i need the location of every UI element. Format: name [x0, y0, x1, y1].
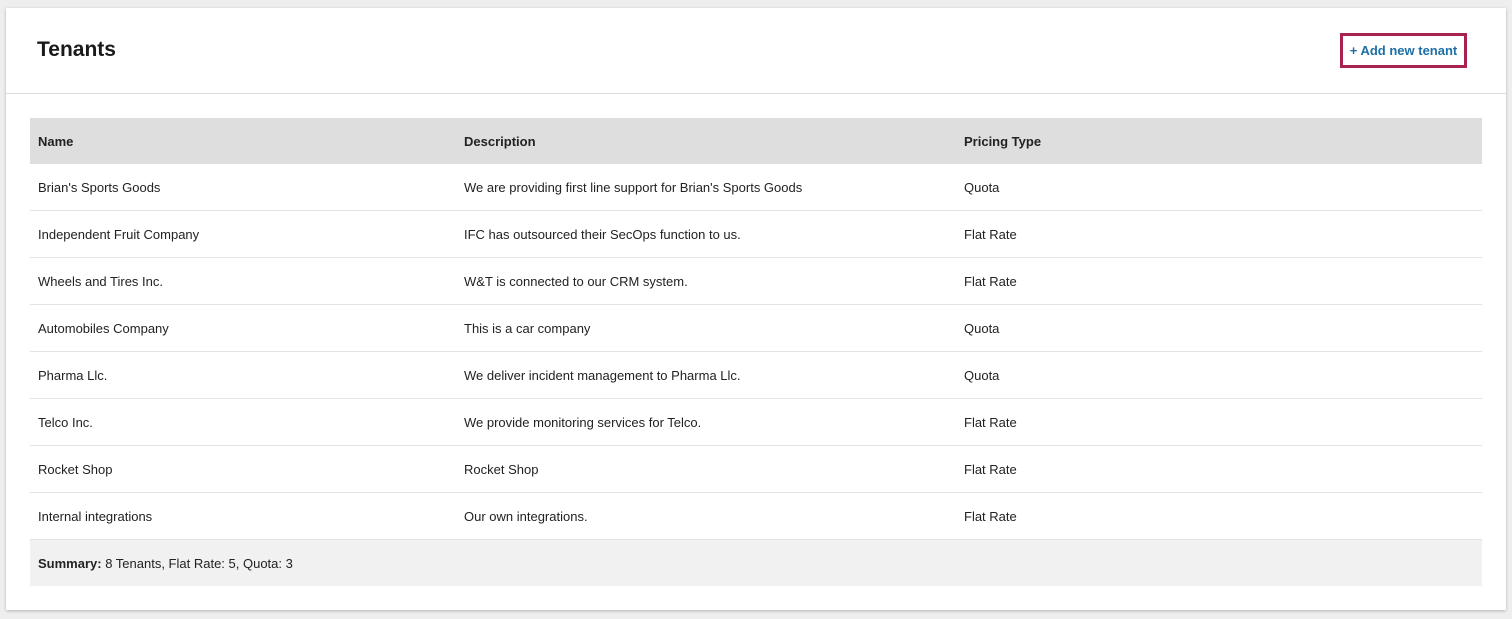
summary-row: Summary: 8 Tenants, Flat Rate: 5, Quota:…: [30, 539, 1482, 586]
cell-description: W&T is connected to our CRM system.: [456, 257, 956, 305]
cell-pricing-type: Quota: [956, 351, 1482, 399]
table-row[interactable]: Automobiles Company This is a car compan…: [30, 304, 1482, 352]
table-header-row: Name Description Pricing Type: [30, 118, 1482, 164]
cell-description: This is a car company: [456, 304, 956, 352]
summary-label: Summary:: [38, 555, 102, 571]
cell-pricing-type: Flat Rate: [956, 492, 1482, 540]
cell-name: Independent Fruit Company: [30, 210, 456, 258]
column-header-description[interactable]: Description: [456, 118, 956, 164]
column-header-name[interactable]: Name: [30, 118, 456, 164]
cell-description: Rocket Shop: [456, 445, 956, 493]
table-row[interactable]: Brian's Sports Goods We are providing fi…: [30, 164, 1482, 211]
cell-description: IFC has outsourced their SecOps function…: [456, 210, 956, 258]
cell-description: We deliver incident management to Pharma…: [456, 351, 956, 399]
table-row[interactable]: Internal integrations Our own integratio…: [30, 492, 1482, 540]
table-row[interactable]: Telco Inc. We provide monitoring service…: [30, 398, 1482, 446]
tenants-card: Tenants + Add new tenant Name Descriptio…: [6, 8, 1506, 610]
table-row[interactable]: Wheels and Tires Inc. W&T is connected t…: [30, 257, 1482, 305]
card-header: Tenants + Add new tenant: [6, 8, 1506, 94]
cell-pricing-type: Flat Rate: [956, 210, 1482, 258]
cell-name: Brian's Sports Goods: [30, 164, 456, 211]
cell-name: Pharma Llc.: [30, 351, 456, 399]
column-header-pricing-type[interactable]: Pricing Type: [956, 118, 1482, 164]
cell-pricing-type: Quota: [956, 164, 1482, 211]
page-title: Tenants: [37, 38, 116, 61]
cell-description: Our own integrations.: [456, 492, 956, 540]
cell-name: Telco Inc.: [30, 398, 456, 446]
cell-pricing-type: Quota: [956, 304, 1482, 352]
cell-pricing-type: Flat Rate: [956, 398, 1482, 446]
table-row[interactable]: Rocket Shop Rocket Shop Flat Rate: [30, 445, 1482, 493]
cell-name: Automobiles Company: [30, 304, 456, 352]
cell-pricing-type: Flat Rate: [956, 257, 1482, 305]
cell-description: We are providing first line support for …: [456, 164, 956, 211]
cell-name: Rocket Shop: [30, 445, 456, 493]
table-row[interactable]: Independent Fruit Company IFC has outsou…: [30, 210, 1482, 258]
tenants-table: Name Description Pricing Type Brian's Sp…: [30, 118, 1482, 586]
cell-description: We provide monitoring services for Telco…: [456, 398, 956, 446]
tenants-table-wrapper: Name Description Pricing Type Brian's Sp…: [30, 118, 1482, 586]
summary-cell: Summary: 8 Tenants, Flat Rate: 5, Quota:…: [30, 539, 1482, 586]
cell-pricing-type: Flat Rate: [956, 445, 1482, 493]
add-new-tenant-button[interactable]: + Add new tenant: [1340, 33, 1467, 68]
cell-name: Wheels and Tires Inc.: [30, 257, 456, 305]
summary-text: 8 Tenants, Flat Rate: 5, Quota: 3: [101, 555, 293, 571]
table-row[interactable]: Pharma Llc. We deliver incident manageme…: [30, 351, 1482, 399]
cell-name: Internal integrations: [30, 492, 456, 540]
